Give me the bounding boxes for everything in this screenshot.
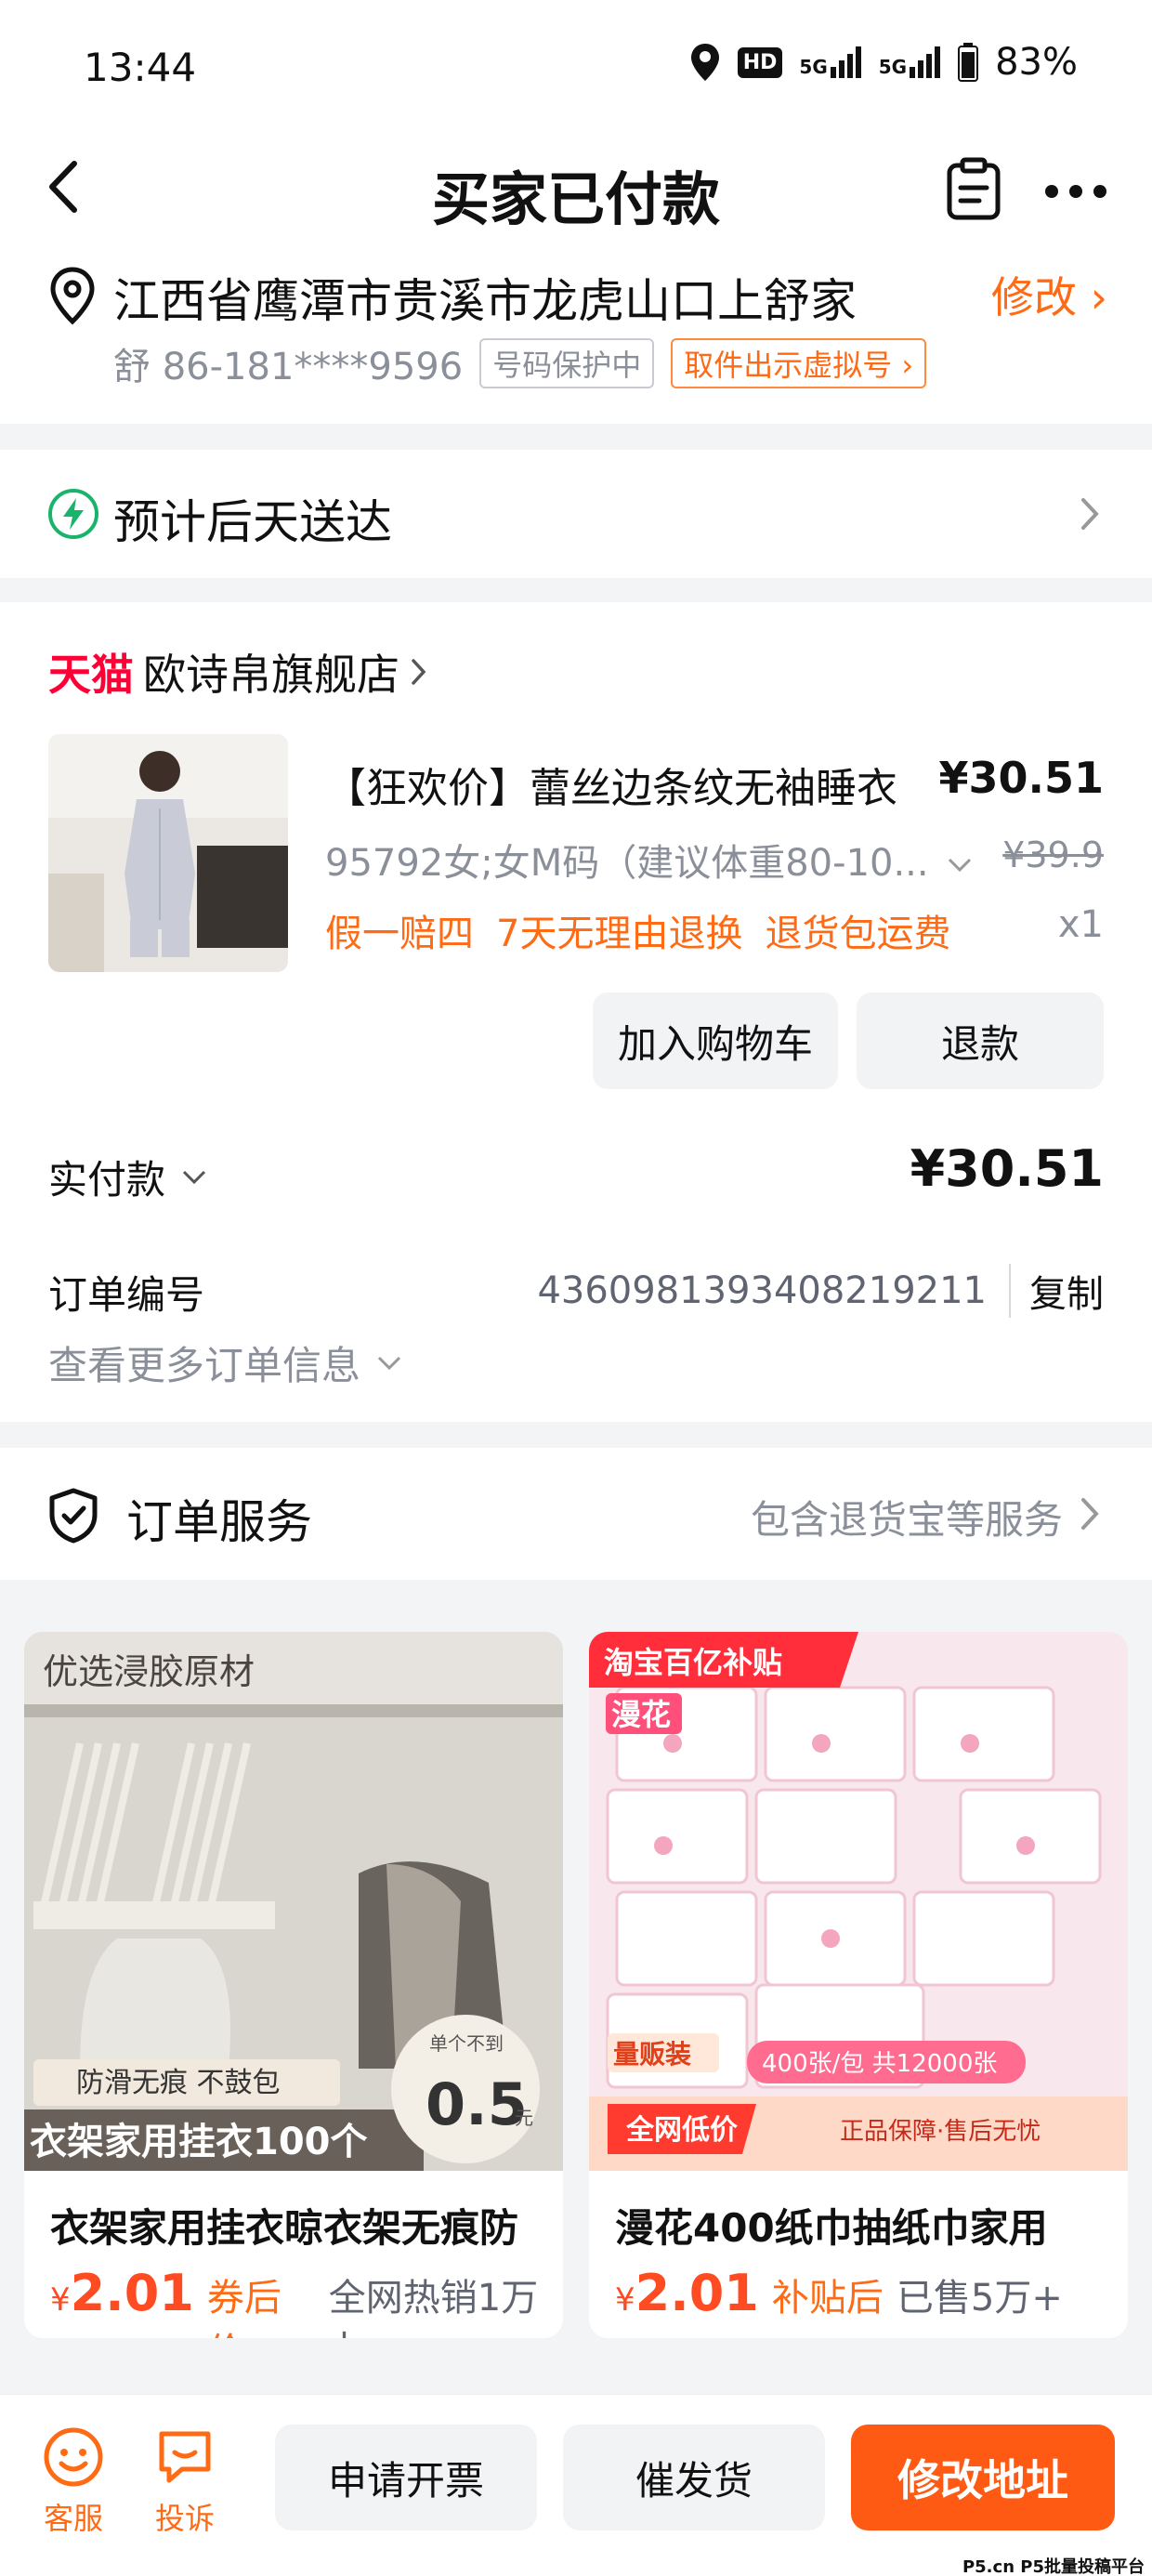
status-time: 13:44 <box>84 45 197 90</box>
virtual-number-button[interactable]: 取件出示虚拟号 › <box>671 338 927 388</box>
image-caption: 衣架家用挂衣100个 <box>30 2121 368 2163</box>
product-image-tissue: 淘宝百亿补贴 漫花 量贩装 400张/包 共12000张 全网低价 正品保障·售… <box>589 1632 1128 2171</box>
contact-phone: 舒 86-181****9596 <box>113 346 464 388</box>
status-bar: 13:44 HD 5G 5G 83% <box>0 0 1152 136</box>
more-order-info-toggle[interactable]: 查看更多订单信息 <box>48 1334 403 1391</box>
svg-text:正品保障·售后无忧: 正品保障·售后无忧 <box>840 2118 1041 2146</box>
notepad-icon[interactable] <box>944 156 1003 221</box>
signal-5g-icon: 5G <box>799 46 861 78</box>
chevron-down-icon <box>949 858 972 873</box>
delivery-estimate-row[interactable]: 预计后天送达 <box>0 450 1152 578</box>
chevron-down-icon <box>182 1170 206 1184</box>
recommendation-title: 衣架家用挂衣晾衣架无痕防 <box>50 2205 519 2251</box>
service-tags: 假一赔四 7天无理由退换 退货包运费 <box>325 903 950 957</box>
battery-level: 83% <box>995 41 1078 84</box>
image-banner: 优选浸胶原材 <box>43 1651 255 1692</box>
urge-shipping-button[interactable]: 催发货 <box>563 2425 825 2530</box>
recommendation-price-row: ¥2.01 补贴后 已售5万+ <box>615 2264 1063 2322</box>
product-sku[interactable]: 95792女;女M码（建议体重80-10... <box>325 833 974 887</box>
smiley-icon <box>44 2427 103 2487</box>
refund-button[interactable]: 退款 <box>857 992 1104 1089</box>
add-to-cart-button[interactable]: 加入购物车 <box>593 992 838 1089</box>
recommendation-price: 2.01 <box>70 2264 194 2322</box>
complaint-button[interactable]: 投诉 <box>143 2426 227 2538</box>
copy-button[interactable]: 复制 <box>1009 1264 1104 1318</box>
nav-bar: 买家已付款 <box>0 136 1152 238</box>
product-price: ¥30.51 <box>938 753 1104 803</box>
customer-service-button[interactable]: 客服 <box>32 2426 115 2538</box>
svg-text:量贩装: 量贩装 <box>613 2039 691 2070</box>
signal-5g-icon-2: 5G <box>879 46 941 78</box>
recommendation-card[interactable]: 淘宝百亿补贴 漫花 量贩装 400张/包 共12000张 全网低价 正品保障·售… <box>589 1632 1128 2338</box>
hd-icon: HD <box>737 46 783 78</box>
svg-text:0.5: 0.5 <box>425 2070 528 2138</box>
product-quantity: x1 <box>1057 903 1104 946</box>
product-image-hangers: 防滑无痕 不鼓包 衣架家用挂衣100个 优选浸胶原材 单个不到 0.5 元 <box>24 1632 563 2171</box>
paid-amount-label[interactable]: 实付款 <box>48 1149 208 1205</box>
chat-bubble-icon <box>159 2431 211 2483</box>
chevron-down-icon <box>377 1356 401 1370</box>
more-dots-icon[interactable] <box>1039 156 1113 221</box>
order-number-row: 4360981393408219211 复制 <box>537 1264 1104 1318</box>
order-number: 4360981393408219211 <box>537 1269 987 1312</box>
svg-text:单个不到: 单个不到 <box>429 2032 504 2055</box>
location-status-icon <box>690 44 719 81</box>
paid-amount-value: ¥30.51 <box>910 1139 1104 1198</box>
price-tag: 券后价 <box>206 2277 281 2338</box>
original-price: ¥39.9 <box>1002 835 1104 875</box>
service-title: 订单服务 <box>126 1495 312 1549</box>
recommendation-card[interactable]: 防滑无痕 不鼓包 衣架家用挂衣100个 优选浸胶原材 单个不到 0.5 元 衣架… <box>24 1632 563 2338</box>
battery-icon <box>958 43 979 82</box>
lightning-icon <box>48 489 98 539</box>
sold-count: 全网热销1万+ <box>328 2277 539 2338</box>
modify-address-button[interactable]: 修改地址 <box>851 2425 1115 2530</box>
shield-check-icon <box>49 1488 98 1544</box>
svg-text:漫花: 漫花 <box>611 1697 671 1732</box>
svg-text:全网低价: 全网低价 <box>625 2114 738 2147</box>
shop-header[interactable]: 天猫 欧诗帛旗舰店 <box>48 641 429 703</box>
chevron-right-icon <box>412 659 426 685</box>
service-tag: 7天无理由退换 <box>496 913 743 955</box>
svg-text:元: 元 <box>515 2107 533 2129</box>
invoice-button[interactable]: 申请开票 <box>275 2425 537 2530</box>
product-title[interactable]: 【狂欢价】蕾丝边条纹无袖睡衣 <box>325 755 897 814</box>
address-text: 江西省鹰潭市贵溪市龙虎山口上舒家 <box>113 274 857 328</box>
bottom-action-bar: 客服 投诉 申请开票 催发货 修改地址 <box>0 2394 1152 2576</box>
location-pin-icon <box>50 267 95 325</box>
delivery-text: 预计后天送达 <box>113 495 392 549</box>
product-thumbnail[interactable] <box>48 734 288 972</box>
service-tag: 假一赔四 <box>325 913 474 955</box>
image-banner: 淘宝百亿补贴 <box>604 1645 782 1680</box>
status-icons: HD 5G 5G 83% <box>689 41 1078 84</box>
tmall-logo: 天猫 <box>48 650 134 700</box>
recommendation-price-row: ¥2.01 券后价 全网热销1万+ <box>50 2264 563 2338</box>
svg-text:400张/包 共12000张: 400张/包 共12000张 <box>762 2050 997 2078</box>
address-card[interactable]: 江西省鹰潭市贵溪市龙虎山口上舒家 修改 › 舒 86-181****9596 号… <box>0 238 1152 424</box>
watermark-text: P5.cn P5批量投稿平台 <box>962 2557 1145 2576</box>
service-desc: 包含退货宝等服务 <box>750 1497 1063 1543</box>
price-tag: 补贴后 <box>771 2277 884 2320</box>
order-service-row[interactable]: 订单服务 包含退货宝等服务 <box>0 1448 1152 1580</box>
recommendation-title: 漫花400纸巾抽纸巾家用 <box>615 2205 1048 2251</box>
order-number-label: 订单编号 <box>48 1272 205 1318</box>
image-tag: 防滑无痕 不鼓包 <box>76 2067 281 2099</box>
chevron-right-icon <box>1081 1498 1099 1530</box>
contact-row: 舒 86-181****9596 号码保护中 取件出示虚拟号 › <box>113 336 927 390</box>
edit-address-link[interactable]: 修改 › <box>991 264 1107 325</box>
chevron-right-icon <box>1081 498 1099 530</box>
service-tag: 退货包运费 <box>765 913 951 955</box>
order-card: 天猫 欧诗帛旗舰店 【狂欢价】蕾丝边条纹无袖睡衣 ¥30.51 95792女;女… <box>0 602 1152 1422</box>
number-protect-tag: 号码保护中 <box>479 338 655 388</box>
recommendation-price: 2.01 <box>635 2264 759 2322</box>
sold-count: 已售5万+ <box>896 2277 1063 2320</box>
shop-name: 欧诗帛旗舰店 <box>143 650 399 700</box>
